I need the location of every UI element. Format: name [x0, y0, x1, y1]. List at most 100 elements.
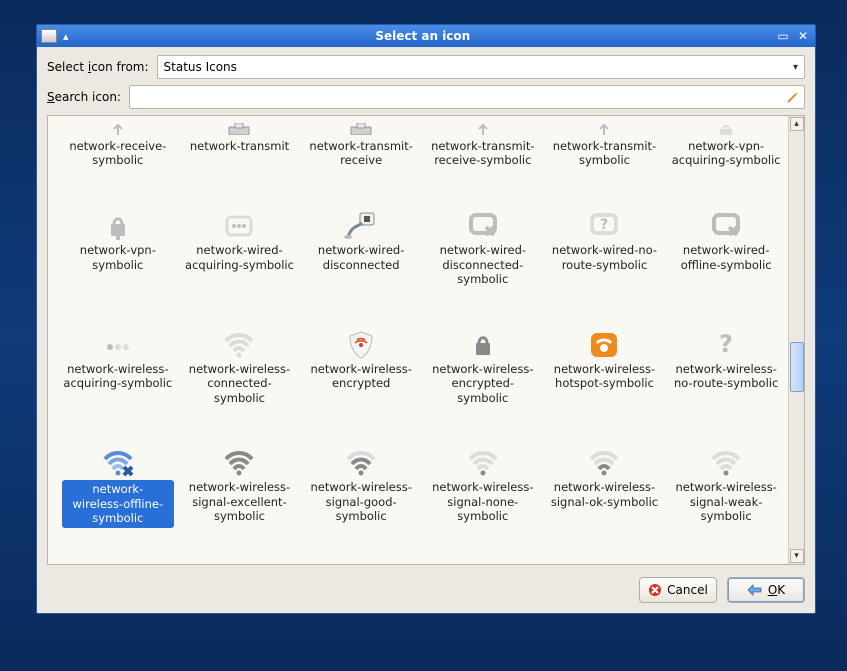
cancel-label: Cancel [667, 583, 708, 597]
scroll-down-icon[interactable]: ▾ [790, 549, 804, 563]
window-close-icon[interactable]: ✕ [795, 29, 811, 43]
icon-label: network-wireless-signal-excellent-symbol… [183, 480, 295, 523]
icon-label: network-wireless-signal-ok-symbolic [548, 480, 660, 509]
icon-label: network-wireless-encrypted-symbolic [427, 362, 539, 405]
icon-cell-network-transmit[interactable]: network-transmit [180, 120, 300, 200]
icon-cell-network-vpn-acquiring-symbolic[interactable]: network-vpn-acquiring-symbolic [666, 120, 786, 200]
combo-value: Status Icons [164, 60, 237, 74]
icon-cell-network-wired-acquiring-symbolic[interactable]: network-wired-acquiring-symbolic [180, 210, 300, 319]
icon-cell-network-wired-disconnected-symbolic[interactable]: network-wired-disconnected-symbolic [423, 210, 543, 319]
network-receive-symbolic-icon [100, 122, 136, 136]
svg-text:?: ? [719, 332, 733, 358]
ok-label: OK [768, 583, 785, 597]
icon-label: network-transmit-symbolic [548, 139, 660, 168]
network-wired-disconnected-symbolic-icon [465, 212, 501, 240]
network-wired-offline-symbolic-icon [708, 212, 744, 240]
vertical-scrollbar[interactable]: ▴ ▾ [788, 116, 804, 564]
icon-grid-frame: network-receive-symbolic network-transmit… [47, 115, 805, 565]
scroll-track[interactable] [790, 132, 804, 548]
icon-label: network-wireless-signal-none-symbolic [427, 480, 539, 523]
icon-cell-network-wired-disconnected[interactable]: network-wired-disconnected [301, 210, 421, 319]
ok-button[interactable]: OK [727, 577, 805, 603]
icon-cell-network-vpn-symbolic[interactable]: network-vpn-symbolic [58, 210, 178, 319]
network-wireless-offline-symbolic-icon [100, 449, 136, 477]
network-wireless-signal-weak-symbolic-icon [708, 449, 744, 477]
network-transmit-receive-icon [343, 122, 379, 136]
icon-label: network-wireless-offline-symbolic [62, 480, 174, 527]
icon-label: network-vpn-symbolic [62, 243, 174, 272]
search-input[interactable] [129, 85, 805, 109]
network-wireless-acquiring-symbolic-icon [100, 331, 136, 359]
icon-label: network-wired-disconnected [305, 243, 417, 272]
window-app-icon [41, 29, 57, 43]
cancel-button[interactable]: Cancel [639, 577, 717, 603]
icon-label: network-receive-symbolic [62, 139, 174, 168]
select-from-row: Select icon from: Status Icons ▾ [47, 55, 805, 79]
network-vpn-acquiring-symbolic-icon [708, 122, 744, 136]
search-label: Search icon: [47, 90, 121, 104]
icon-cell-network-receive-symbolic[interactable]: network-receive-symbolic [58, 120, 178, 200]
network-transmit-icon [221, 122, 257, 136]
clear-search-icon[interactable] [786, 90, 800, 104]
network-vpn-symbolic-icon [100, 212, 136, 240]
window-title: Select an icon [75, 29, 771, 43]
select-from-label: Select icon from: [47, 60, 149, 74]
icon-label: network-transmit-receive [305, 139, 417, 168]
icon-cell-network-transmit-receive-symbolic[interactable]: network-transmit-receive-symbolic [423, 120, 543, 200]
icon-cell-network-wireless-connected-symbolic[interactable]: network-wireless-connected-symbolic [180, 329, 300, 438]
icon-label: network-transmit-receive-symbolic [427, 139, 539, 168]
network-wireless-no-route-symbolic-icon: ? [708, 331, 744, 359]
svg-text:?: ? [600, 217, 608, 233]
icon-cell-network-wireless-hotspot-symbolic[interactable]: network-wireless-hotspot-symbolic [545, 329, 665, 438]
icon-cell-network-wireless-offline-symbolic[interactable]: network-wireless-offline-symbolic [58, 447, 178, 560]
window-maximize-icon[interactable]: ▭ [775, 29, 791, 43]
network-wireless-signal-good-symbolic-icon [343, 449, 379, 477]
icon-cell-network-wired-no-route-symbolic[interactable]: ?network-wired-no-route-symbolic [545, 210, 665, 319]
network-wireless-signal-none-symbolic-icon [465, 449, 501, 477]
chevron-down-icon: ▾ [793, 62, 798, 73]
icon-label: network-wireless-no-route-symbolic [670, 362, 782, 391]
network-wireless-connected-symbolic-icon [221, 331, 257, 359]
network-wireless-encrypted-symbolic-icon [465, 331, 501, 359]
icon-label: network-wired-disconnected-symbolic [427, 243, 539, 286]
icon-label: network-wireless-acquiring-symbolic [62, 362, 174, 391]
icon-label: network-wireless-encrypted [305, 362, 417, 391]
cancel-icon [648, 583, 662, 597]
network-wireless-signal-excellent-symbolic-icon [221, 449, 257, 477]
icon-label: network-transmit [190, 139, 289, 153]
network-wired-no-route-symbolic-icon: ? [586, 212, 622, 240]
network-wireless-hotspot-symbolic-icon [586, 331, 622, 359]
icon-cell-network-wired-offline-symbolic[interactable]: network-wired-offline-symbolic [666, 210, 786, 319]
icon-label: network-wireless-hotspot-symbolic [548, 362, 660, 391]
window-rollup-icon[interactable]: ▴ [61, 30, 71, 43]
network-wireless-encrypted-icon [343, 331, 379, 359]
icon-cell-network-transmit-symbolic[interactable]: network-transmit-symbolic [545, 120, 665, 200]
network-transmit-symbolic-icon [586, 122, 622, 136]
icon-cell-network-wireless-signal-ok-symbolic[interactable]: network-wireless-signal-ok-symbolic [545, 447, 665, 560]
icon-cell-network-wireless-no-route-symbolic[interactable]: ? network-wireless-no-route-symbolic [666, 329, 786, 438]
ok-icon [747, 583, 763, 597]
icon-cell-network-transmit-receive[interactable]: network-transmit-receive [301, 120, 421, 200]
icon-label: network-wireless-connected-symbolic [183, 362, 295, 405]
network-wireless-signal-ok-symbolic-icon [586, 449, 622, 477]
icon-cell-network-wireless-signal-weak-symbolic[interactable]: network-wireless-signal-weak-symbolic [666, 447, 786, 560]
network-wired-acquiring-symbolic-icon [221, 212, 257, 240]
network-wired-disconnected-icon [343, 212, 379, 240]
icon-picker-dialog: ▴ Select an icon ▭ ✕ Select icon from: S… [36, 24, 816, 614]
icon-cell-network-wireless-encrypted[interactable]: network-wireless-encrypted [301, 329, 421, 438]
dialog-content: Select icon from: Status Icons ▾ Search … [37, 47, 815, 613]
icon-label: network-wired-offline-symbolic [670, 243, 782, 272]
icon-label: network-wired-acquiring-symbolic [183, 243, 295, 272]
icon-cell-network-wireless-signal-none-symbolic[interactable]: network-wireless-signal-none-symbolic [423, 447, 543, 560]
scroll-up-icon[interactable]: ▴ [790, 117, 804, 131]
icon-cell-network-wireless-encrypted-symbolic[interactable]: network-wireless-encrypted-symbolic [423, 329, 543, 438]
icon-cell-network-wireless-signal-excellent-symbolic[interactable]: network-wireless-signal-excellent-symbol… [180, 447, 300, 560]
scroll-thumb[interactable] [790, 342, 804, 392]
titlebar[interactable]: ▴ Select an icon ▭ ✕ [37, 25, 815, 47]
search-row: Search icon: [47, 85, 805, 109]
icon-cell-network-wireless-signal-good-symbolic[interactable]: network-wireless-signal-good-symbolic [301, 447, 421, 560]
icon-cell-network-wireless-acquiring-symbolic[interactable]: network-wireless-acquiring-symbolic [58, 329, 178, 438]
icon-category-combo[interactable]: Status Icons ▾ [157, 55, 805, 79]
icon-label: network-wireless-signal-good-symbolic [305, 480, 417, 523]
icon-label: network-vpn-acquiring-symbolic [670, 139, 782, 168]
